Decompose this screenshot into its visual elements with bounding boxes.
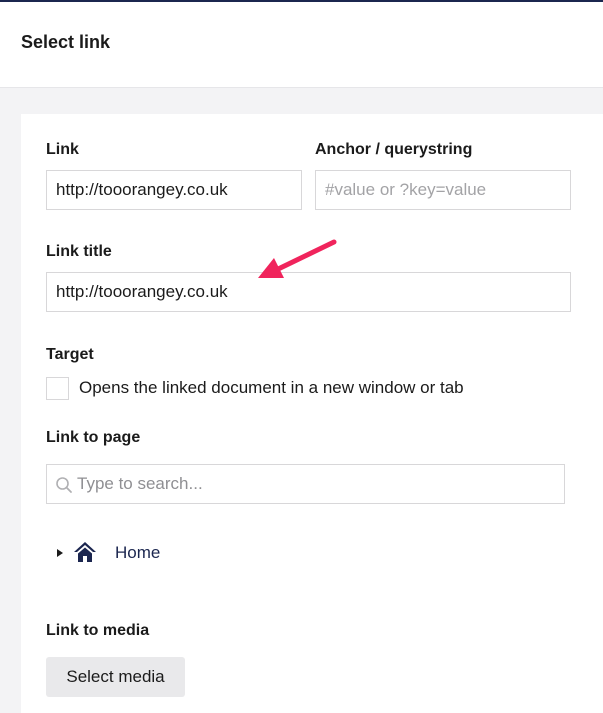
- link-to-page-label: Link to page: [46, 429, 141, 446]
- link-title-label: Link title: [46, 243, 112, 260]
- new-window-checkbox-label: Opens the linked document in a new windo…: [79, 378, 464, 397]
- link-url-input[interactable]: [46, 170, 302, 210]
- anchor-input[interactable]: [315, 170, 571, 210]
- dialog-title: Select link: [21, 32, 111, 52]
- link-to-media-label: Link to media: [46, 622, 150, 639]
- home-icon: [74, 542, 96, 562]
- page-search-input[interactable]: [77, 465, 557, 503]
- tree-item-home[interactable]: Home: [56, 540, 256, 568]
- new-window-checkbox[interactable]: [46, 377, 69, 400]
- dialog-header: Select link: [0, 2, 603, 88]
- link-label: Link: [46, 141, 79, 158]
- anchor-label: Anchor / querystring: [315, 141, 473, 158]
- tree-item-label: Home: [115, 543, 161, 562]
- page-search-box: [46, 464, 565, 504]
- select-media-button[interactable]: Select media: [46, 657, 185, 697]
- search-icon: [56, 477, 72, 493]
- caret-right-icon[interactable]: [56, 548, 64, 558]
- annotation-arrow-icon: [258, 239, 337, 278]
- target-label: Target: [46, 346, 94, 363]
